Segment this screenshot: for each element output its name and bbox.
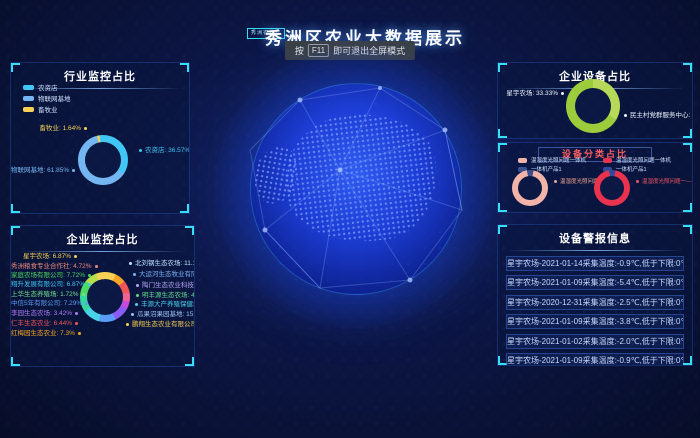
divider: [19, 251, 186, 252]
chart-label: 民主村党群服务中心:: [624, 112, 690, 120]
chart-label: 红梅园生态农业: 7.3%: [11, 330, 77, 338]
legend-item[interactable]: 畜牧业: [23, 104, 58, 114]
enterprise-monitor-panel: 企业监控占比 星宇农场: 6.87% 秀洲粮食专业合作社: 4.72% 家庭农场…: [10, 225, 195, 367]
legend-item[interactable]: 温湿度光照问题一体机: [518, 156, 586, 164]
chart-label: 北刘钢生态农场: 11.16%: [129, 260, 195, 268]
alarm-list-item: 星宇农场-2021-01-09采集温度:-3.8℃,低于下限:0℃: [506, 314, 684, 329]
chart-label: 物联网基地: 61.85%: [11, 167, 73, 175]
legend-label: 物联网基地: [38, 93, 71, 103]
fullscreen-tip-prefix: 按: [295, 44, 304, 57]
chart-label: 翔升发展有限公司: 6.87%: [11, 281, 77, 289]
alarm-list-item: 星宇农场-2021-01-09采集温度:-5.4℃,低于下限:0℃: [506, 275, 684, 290]
chart-label: 秀洲粮食专业合作社: 4.72%: [11, 263, 77, 271]
alarm-list-item: 星宇农场-2021-01-02采集温度:-2.0℃,低于下限:0℃: [506, 334, 684, 349]
panel-title: 设备警报信息: [498, 225, 692, 246]
legend-label: 温湿度光照问题一体机: [531, 156, 586, 164]
chart-label: 陶门生态农业科技有限公: [136, 282, 195, 290]
chart-label: 畜牧业: 1.64%: [15, 125, 87, 133]
chart-label: 农资店: 36.57%: [139, 147, 190, 155]
device-type-donut-left: [512, 170, 548, 206]
chart-label: 星宇农场: 6.87%: [11, 253, 77, 261]
device-ratio-panel: 企业设备占比 星宇农场: 33.33% 民主村党群服务中心:: [497, 62, 693, 139]
chart-label: 大运河生态牧业有限责任公: [133, 271, 195, 279]
legend-label: 温湿度光照问题一体机: [616, 156, 671, 164]
chart-label: 丰源大产养殖保健场: 1.: [135, 301, 195, 309]
legend-swatch: [603, 158, 612, 163]
legend-swatch: [518, 158, 527, 163]
device-alarm-panel: 设备警报信息 星宇农场-2021-01-14采集温度:-0.9℃,低于下限:0℃…: [497, 224, 693, 366]
continent-dots: [278, 105, 444, 251]
chart-label: 瓜果沼果园基地: 15.02%: [131, 311, 195, 319]
alarm-list-item: 星宇农场-2020-12-31采集温度:-2.5℃,低于下限:0℃: [506, 295, 684, 310]
legend-label: 农资店: [38, 82, 58, 92]
device-classification-panel: 设备分类占比 温湿度光照问题一体机 一体机产品1 温湿度光照问题一— 温湿度光照…: [497, 142, 693, 213]
legend-item[interactable]: 农资店: [23, 82, 58, 92]
chart-label: 鹏翔生态农业有限公司: 6.87%: [126, 321, 195, 329]
legend-swatch: [23, 96, 34, 101]
legend-item[interactable]: 温湿度光照问题一体机: [603, 156, 671, 164]
chart-label: 上华生态养殖场: 1.72%: [11, 291, 77, 299]
divider: [506, 250, 684, 251]
globe: [250, 83, 462, 295]
legend-swatch: [23, 85, 34, 90]
panel-title: 企业监控占比: [11, 226, 194, 247]
chart-label: 李园生态农场: 3.42%: [11, 310, 77, 318]
device-donut-chart: [566, 79, 620, 133]
alarm-list-item: 星宇农场-2021-01-14采集温度:-0.9℃,低于下限:0℃: [506, 256, 684, 271]
chart-label: 中信5年有限公司: 7.29%: [11, 300, 77, 308]
device-type-donut-right: [594, 170, 630, 206]
industry-monitor-panel: 行业监控占比 农资店 物联网基地 畜牧业 畜牧业: 1.64% 农资店: 36.…: [10, 62, 190, 214]
chart-label: 温湿度光照问题一—: [636, 178, 692, 186]
legend-swatch: [23, 107, 34, 112]
panel-title: 行业监控占比: [11, 63, 189, 84]
chart-label: 明丰源生态农场: 4.29%: [136, 292, 195, 300]
chart-label: 仁丰生态农业: 6.44%: [11, 320, 77, 328]
legend-label: 畜牧业: [38, 104, 58, 114]
alarm-list-item: 星宇农场-2021-01-09采集温度:-0.9℃,低于下限:0℃: [506, 353, 684, 366]
chart-label: 家庭农场有限公司: 7.72%: [11, 272, 77, 280]
enterprise-donut-chart: [80, 272, 130, 322]
industry-donut-chart: [78, 135, 128, 185]
legend-item[interactable]: 物联网基地: [23, 93, 71, 103]
chart-label: 星宇农场: 33.33%: [506, 90, 564, 98]
